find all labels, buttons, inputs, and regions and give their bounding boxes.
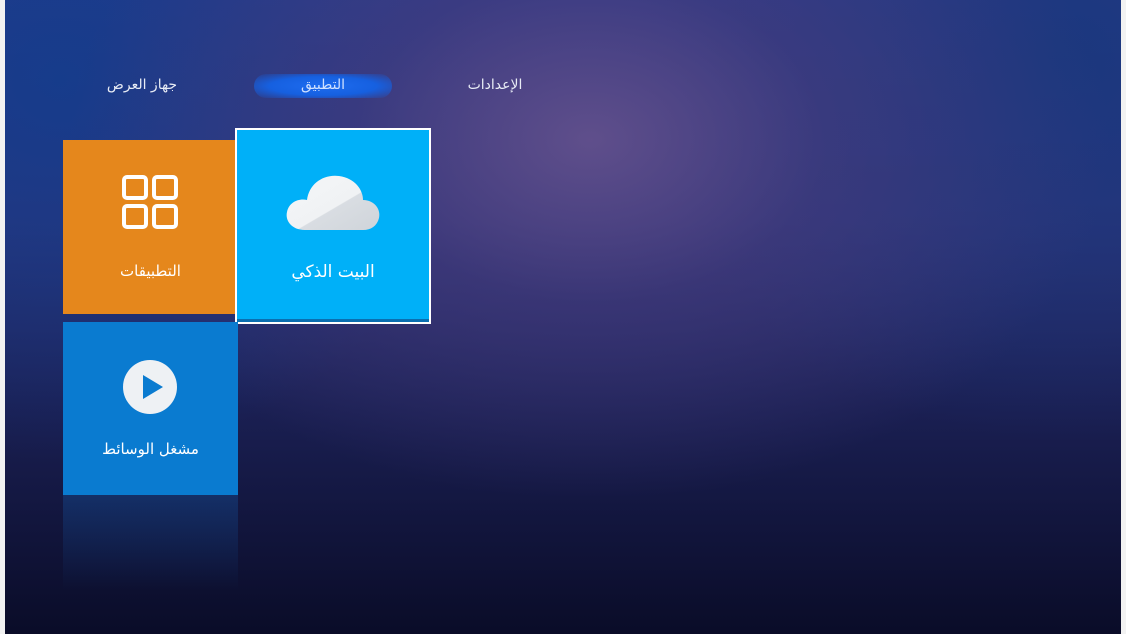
tab-settings-label: الإعدادات bbox=[467, 77, 523, 93]
tile-reflection bbox=[63, 495, 238, 590]
tile-smart-home[interactable]: البيت الذكي bbox=[235, 128, 431, 324]
tile-apps-label: التطبيقات bbox=[120, 262, 181, 280]
tab-application[interactable]: التطبيق bbox=[254, 74, 392, 98]
tile-media-player-label: مشغل الوسائط bbox=[102, 440, 199, 458]
frame-edge-right bbox=[1121, 0, 1126, 634]
frame-edge-left bbox=[0, 0, 5, 634]
tile-smart-home-label: البيت الذكي bbox=[291, 262, 375, 282]
tab-projector[interactable]: جهاز العرض bbox=[96, 74, 188, 96]
cloud-icon bbox=[286, 175, 380, 230]
tile-apps[interactable]: التطبيقات bbox=[63, 140, 238, 314]
tile-media-player[interactable]: مشغل الوسائط bbox=[63, 322, 238, 495]
tab-projector-label: جهاز العرض bbox=[106, 77, 178, 93]
tab-application-label: التطبيق bbox=[301, 77, 345, 93]
apps-grid-icon bbox=[122, 175, 178, 229]
play-icon bbox=[123, 360, 177, 414]
tab-settings[interactable]: الإعدادات bbox=[455, 74, 535, 96]
